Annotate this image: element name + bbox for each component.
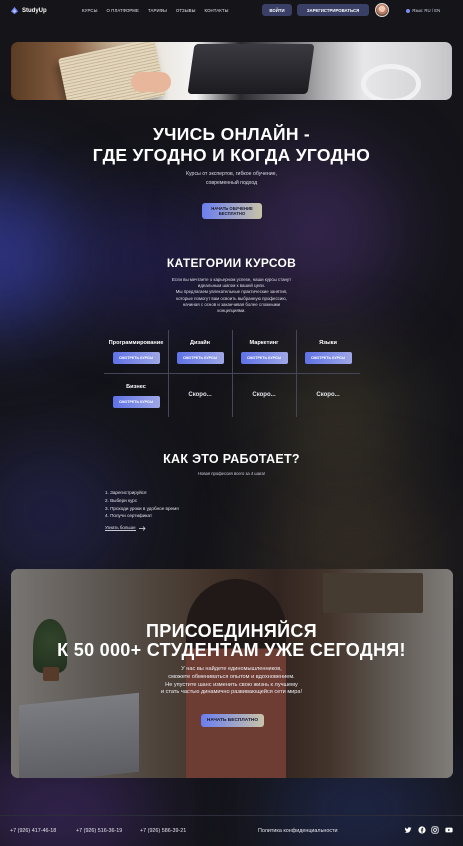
view-courses-button[interactable]: СМОТРЕТЬ КУРСЫ <box>112 352 160 364</box>
step-item: 1. Зарегистрируйся <box>105 490 147 495</box>
hand-illustration <box>131 72 171 92</box>
hero-subtitle-line1: Курсы от экспертов, гибкое обучение, <box>186 171 277 177</box>
join-title-line1: ПРИСОЕДИНЯЙСЯ <box>146 621 317 641</box>
main-nav: КУРСЫ О ПЛАТФОРМЕ ТАРИФЫ ОТЗЫВЫ КОНТАКТЫ <box>82 8 229 13</box>
hero-title-line2: ГДЕ УГОДНО И КОГДА УГОДНО <box>92 145 371 165</box>
coming-soon-label: Скоро... <box>188 392 212 398</box>
category-marketing: Маркетинг СМОТРЕТЬ КУРСЫ <box>232 330 296 364</box>
category-coming-soon: Скоро... <box>296 374 360 398</box>
view-courses-button[interactable]: СМОТРЕТЬ КУРСЫ <box>304 352 352 364</box>
category-languages: Языки СМОТРЕТЬ КУРСЫ <box>296 330 360 364</box>
category-name: Программирование <box>108 340 164 346</box>
category-coming-soon: Скоро... <box>168 374 232 398</box>
privacy-link[interactable]: Политика конфиденциальности <box>258 828 338 834</box>
start-free-button[interactable]: НАЧАТЬ БЕСПЛАТНО <box>201 714 264 727</box>
nav-courses[interactable]: КУРСЫ <box>82 8 98 13</box>
nav-contacts[interactable]: КОНТАКТЫ <box>205 8 229 13</box>
logo-text: StudyUp <box>22 7 47 14</box>
phone-link[interactable]: +7 (926) 516-36-19 <box>76 828 122 834</box>
nav-about[interactable]: О ПЛАТФОРМЕ <box>107 8 139 13</box>
view-courses-button[interactable]: СМОТРЕТЬ КУРСЫ <box>240 352 288 364</box>
view-courses-button[interactable]: СМОТРЕТЬ КУРСЫ <box>176 352 224 364</box>
hero-image <box>11 42 452 100</box>
category-coming-soon: Скоро... <box>232 374 296 398</box>
steps-list: 1. Зарегистрируйся 2. Выбери курс 3. Про… <box>105 489 179 520</box>
logo[interactable]: StudyUp <box>10 6 47 15</box>
category-name: Дизайн <box>189 340 211 346</box>
step-item: 3. Проходи уроки в удобное время <box>105 505 179 511</box>
how-it-works-title: КАК ЭТО РАБОТАЕТ? <box>163 452 300 466</box>
coming-soon-label: Скоро... <box>252 392 276 398</box>
start-learning-button[interactable]: НАЧАТЬ ОБУЧЕНИЕ БЕСПЛАТНО <box>202 203 262 219</box>
login-button[interactable]: ВОЙТИ <box>262 4 292 16</box>
category-name: Маркетинг <box>249 340 279 346</box>
category-name: Языки <box>319 340 337 346</box>
desc-line: концепциями. <box>217 308 246 314</box>
language-switch[interactable]: Язык: RU / EN <box>406 8 440 13</box>
arrow-right-icon <box>138 525 146 531</box>
step-item: 2. Выбери курс <box>105 497 138 503</box>
top-bar: StudyUp КУРСЫ О ПЛАТФОРМЕ ТАРИФЫ ОТЗЫВЫ … <box>0 0 463 22</box>
twitter-icon[interactable] <box>404 826 412 834</box>
facebook-icon[interactable] <box>418 826 426 834</box>
phone-link[interactable]: +7 (926) 417-46-18 <box>10 828 56 834</box>
coming-soon-label: Скоро... <box>316 392 340 398</box>
join-text-line: и стать частью динамично развивающейся с… <box>160 689 303 696</box>
category-business: Бизнес СМОТРЕТЬ КУРСЫ <box>104 374 168 408</box>
join-title-line2: К 50 000+ СТУДЕНТАМ УЖЕ СЕГОДНЯ! <box>57 640 406 660</box>
logo-icon <box>10 6 19 15</box>
category-programming: Программирование СМОТРЕТЬ КУРСЫ <box>104 330 168 364</box>
category-design: Дизайн СМОТРЕТЬ КУРСЫ <box>168 330 232 364</box>
category-name: Бизнес <box>126 384 146 390</box>
register-button[interactable]: ЗАРЕГИСТРИРОВАТЬСЯ <box>297 4 369 16</box>
join-text: У нас вы найдете единомышленников, сможе… <box>0 666 463 697</box>
hero-subtitle-line2: современный подход <box>205 180 258 186</box>
categories-description: Если вы мечтаете о карьерном успехе, наш… <box>0 277 463 314</box>
step-item: 4. Получи сертификат <box>105 513 153 519</box>
nav-pricing[interactable]: ТАРИФЫ <box>148 8 167 13</box>
language-label: Язык: RU / EN <box>412 8 441 13</box>
laptop-illustration <box>187 44 315 94</box>
join-text-line: сможете обмениваться опытом и вдохновени… <box>168 673 295 680</box>
footer: +7 (926) 417-46-18 +7 (926) 516-36-19 +7… <box>0 815 463 846</box>
categories-title: КАТЕГОРИИ КУРСОВ <box>166 256 297 270</box>
phone-link[interactable]: +7 (926) 586-39-21 <box>140 828 186 834</box>
headphones-illustration <box>361 64 421 100</box>
learn-more-label: Узнать больше <box>105 525 136 531</box>
hero-title-line1: УЧИСЬ ОНЛАЙН - <box>152 124 311 144</box>
join-text-line: У нас вы найдете единомышленников, <box>181 666 282 672</box>
view-courses-button[interactable]: СМОТРЕТЬ КУРСЫ <box>112 396 160 408</box>
youtube-icon[interactable] <box>445 826 453 834</box>
nav-reviews[interactable]: ОТЗЫВЫ <box>176 8 196 13</box>
globe-icon <box>406 8 410 13</box>
avatar[interactable] <box>375 3 389 17</box>
learn-more-link[interactable]: Узнать больше <box>105 525 146 531</box>
start-learning-line2: БЕСПЛАТНО <box>218 211 246 216</box>
categories-grid: Программирование СМОТРЕТЬ КУРСЫ Дизайн С… <box>104 330 360 417</box>
instagram-icon[interactable] <box>431 826 439 834</box>
how-it-works-subtitle: Новая профессия всего за 4 шага! <box>198 471 265 476</box>
